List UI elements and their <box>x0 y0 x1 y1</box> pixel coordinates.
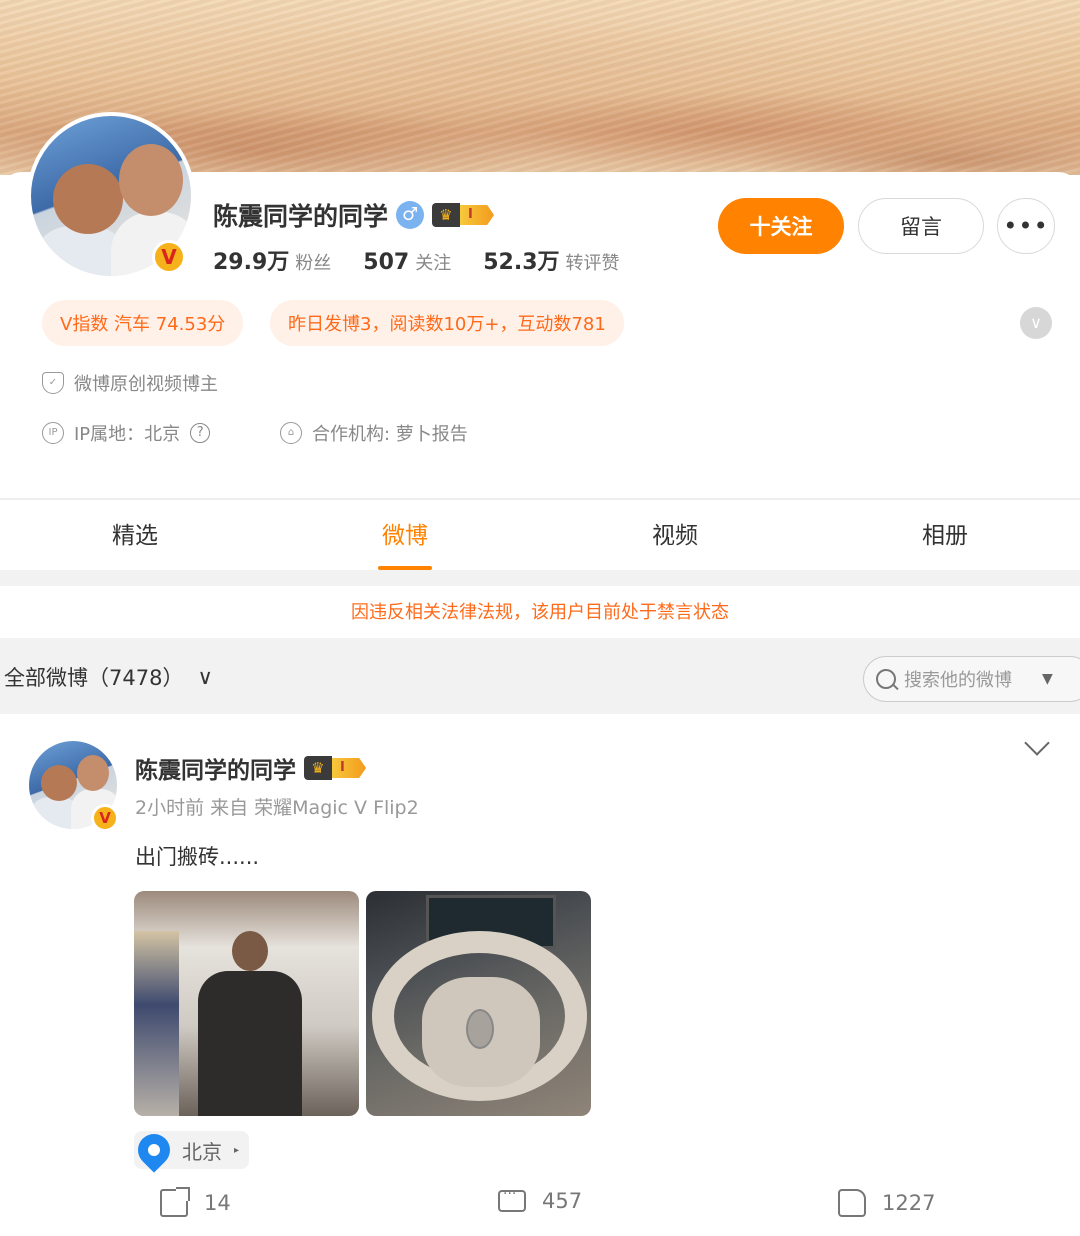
verified-badge-icon: V <box>152 240 186 274</box>
stat-fans-count: 29.9万 <box>213 250 290 275</box>
all-posts-filter[interactable]: 全部微博（7478） ∨ <box>4 662 213 692</box>
verification-info: ✓ 微博原创视频博主 <box>42 370 218 396</box>
repost-button[interactable]: 14 <box>160 1187 231 1217</box>
follow-button[interactable]: 十关注 <box>718 198 844 254</box>
post-author-row: 陈震同学的同学 ♛ I <box>135 751 366 785</box>
search-icon <box>876 669 896 689</box>
stat-following-count: 507 <box>363 250 410 275</box>
ip-location-info: IP IP属地：北京 ? <box>42 420 211 446</box>
thumbs-up-icon <box>838 1189 866 1217</box>
section-gap <box>0 570 1080 586</box>
expand-profile-icon[interactable]: ∨ <box>1020 307 1052 339</box>
profile-stats: 29.9万 粉丝 507 关注 52.3万 转评赞 <box>213 244 620 276</box>
member-level-badge[interactable]: ♛ I <box>304 755 366 781</box>
profile-name-row: 陈震同学的同学 ♂ ♛ I <box>213 197 495 233</box>
post-author-name[interactable]: 陈震同学的同学 <box>135 751 296 785</box>
male-icon: ♂ <box>396 201 425 229</box>
chevron-down-icon: ∨ <box>197 665 213 689</box>
post-meta: 2小时前 来自 荣耀Magic V Flip2 <box>135 797 419 819</box>
search-posts-input[interactable]: 搜索他的微博 ▼ <box>863 656 1080 702</box>
comment-count: 457 <box>542 1189 583 1213</box>
location-tag[interactable]: 北京 ▸ <box>131 1127 250 1173</box>
post-image-steering-wheel[interactable] <box>366 891 591 1116</box>
like-count: 1227 <box>882 1191 936 1215</box>
organization-icon: ⌂ <box>280 422 302 444</box>
comment-icon <box>498 1186 526 1212</box>
verified-badge-icon: V <box>91 804 119 832</box>
organization-info: ⌂ 合作机构: 萝卜报告 <box>280 420 468 446</box>
stat-following-label: 关注 <box>415 253 452 274</box>
post-image-selfie[interactable] <box>134 891 359 1116</box>
more-options-button[interactable]: ••• <box>997 198 1055 254</box>
location-pin-icon <box>131 1127 177 1173</box>
like-button[interactable]: 1227 <box>838 1189 935 1217</box>
comment-button[interactable]: 457 <box>498 1186 583 1213</box>
level-label: I <box>332 758 366 778</box>
message-button[interactable]: 留言 <box>858 198 984 254</box>
post-filter-bar: 全部微博（7478） ∨ 搜索他的微博 ▼ <box>0 638 1080 714</box>
profile-tabs: 精选 微博 视频 相册 <box>0 500 1080 570</box>
search-dropdown-icon[interactable]: ▼ <box>1042 671 1053 687</box>
search-placeholder: 搜索他的微博 <box>904 670 1012 691</box>
tab-weibo[interactable]: 微博 <box>270 500 540 570</box>
member-level-badge[interactable]: ♛ I <box>432 202 495 228</box>
level-label: I <box>460 205 495 225</box>
activity-tag[interactable]: 昨日发博3，阅读数10万+，互动数781 <box>270 300 624 346</box>
ip-location-text: IP属地：北京 <box>74 424 181 445</box>
location-text: 北京 <box>182 1139 222 1164</box>
post-text: 出门搬砖...... <box>135 845 260 869</box>
stat-fans[interactable]: 29.9万 粉丝 <box>213 244 331 276</box>
crown-icon: ♛ <box>432 203 461 227</box>
crown-icon: ♛ <box>304 756 332 780</box>
all-posts-label: 全部微博（7478） <box>4 666 184 690</box>
vindex-tag[interactable]: V指数 汽车 74.53分 <box>42 300 244 346</box>
repost-count: 14 <box>204 1191 231 1215</box>
help-icon[interactable]: ? <box>190 423 211 443</box>
stat-following[interactable]: 507 关注 <box>363 249 451 275</box>
profile-name: 陈震同学的同学 <box>213 202 389 231</box>
organization-text[interactable]: 合作机构: 萝卜报告 <box>312 420 468 446</box>
ip-icon: IP <box>42 422 64 444</box>
repost-icon <box>160 1187 190 1217</box>
stat-interactions-count: 52.3万 <box>483 250 560 275</box>
stat-interactions-label: 转评赞 <box>565 253 620 274</box>
stat-interactions: 52.3万 转评赞 <box>483 244 619 276</box>
caret-right-icon: ▸ <box>234 1144 240 1156</box>
shield-icon: ✓ <box>42 372 64 394</box>
verification-text: 微博原创视频博主 <box>74 374 218 395</box>
stat-fans-label: 粉丝 <box>295 253 332 274</box>
post-menu-chevron-icon[interactable] <box>1024 730 1050 756</box>
tab-video[interactable]: 视频 <box>540 500 810 570</box>
ban-notice: 因违反相关法律法规，该用户目前处于禁言状态 <box>0 586 1080 638</box>
tab-album[interactable]: 相册 <box>810 500 1080 570</box>
tab-featured[interactable]: 精选 <box>0 500 270 570</box>
